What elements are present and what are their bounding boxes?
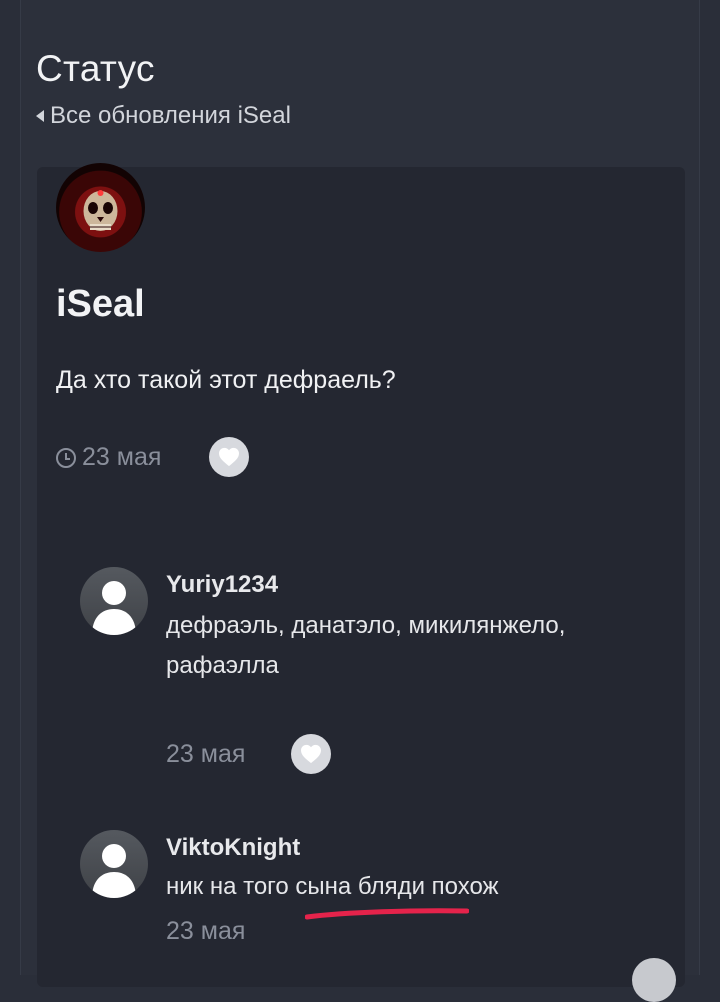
heart-icon (219, 447, 239, 467)
caret-left-icon (36, 110, 44, 122)
breadcrumb-back-link[interactable]: Все обновления iSeal (36, 102, 291, 130)
red-underline-annotation (305, 908, 469, 920)
status-meta: 23 мая (56, 443, 161, 472)
status-like-button[interactable] (209, 437, 249, 477)
reply-like-button[interactable] (291, 734, 331, 774)
page-title: Статус (36, 48, 155, 89)
default-user-icon (92, 844, 136, 898)
reply-date[interactable]: 23 мая (166, 740, 245, 769)
author-username[interactable]: iSeal (56, 283, 145, 326)
skull-avatar-image (83, 190, 118, 231)
status-date[interactable]: 23 мая (82, 443, 161, 472)
reply-text: дефраэль, данатэло, микилянжело, рафаэлл… (166, 612, 566, 679)
reply-avatar[interactable] (80, 830, 148, 898)
reply-meta: 23 мая (166, 917, 245, 946)
reply-date[interactable]: 23 мая (166, 917, 245, 946)
author-avatar[interactable] (56, 163, 145, 252)
reply-text: ник на того сына бляди похож (166, 873, 499, 900)
clock-icon (56, 447, 76, 468)
reply-avatar[interactable] (80, 567, 148, 635)
reply-username[interactable]: ViktoKnight (166, 834, 300, 862)
breadcrumb-label: Все обновления iSeal (50, 102, 291, 129)
status-text: Да хто такой этот дефраель? (56, 366, 396, 394)
default-user-icon (92, 581, 136, 635)
heart-icon (301, 744, 321, 764)
partial-button[interactable] (632, 958, 676, 1002)
reply-username[interactable]: Yuriy1234 (166, 571, 278, 599)
reply-meta: 23 мая (166, 740, 245, 769)
